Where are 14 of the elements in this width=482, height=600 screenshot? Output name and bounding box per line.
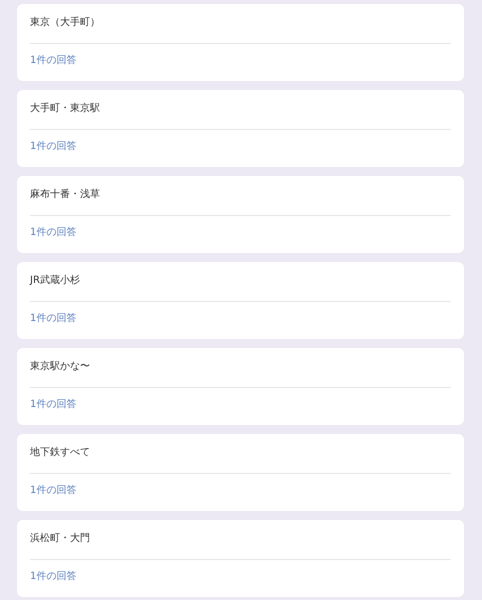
response-text: 地下鉄すべて xyxy=(30,446,91,460)
response-count: 1件の回答 xyxy=(30,570,76,583)
response-count: 1件の回答 xyxy=(30,484,76,497)
response-text: 東京駅かな〜 xyxy=(30,360,91,374)
response-count: 1件の回答 xyxy=(30,140,76,153)
response-text: 東京（大手町） xyxy=(30,16,101,30)
response-text: 麻布十番・浅草 xyxy=(30,188,101,202)
response-text: 浜松町・大門 xyxy=(30,532,91,546)
response-count: 1件の回答 xyxy=(30,398,76,411)
response-count: 1件の回答 xyxy=(30,226,76,239)
response-count: 1件の回答 xyxy=(30,54,76,67)
response-text: JR武蔵小杉 xyxy=(30,274,81,288)
response-count: 1件の回答 xyxy=(30,312,76,325)
response-text: 大手町・東京駅 xyxy=(30,102,101,116)
